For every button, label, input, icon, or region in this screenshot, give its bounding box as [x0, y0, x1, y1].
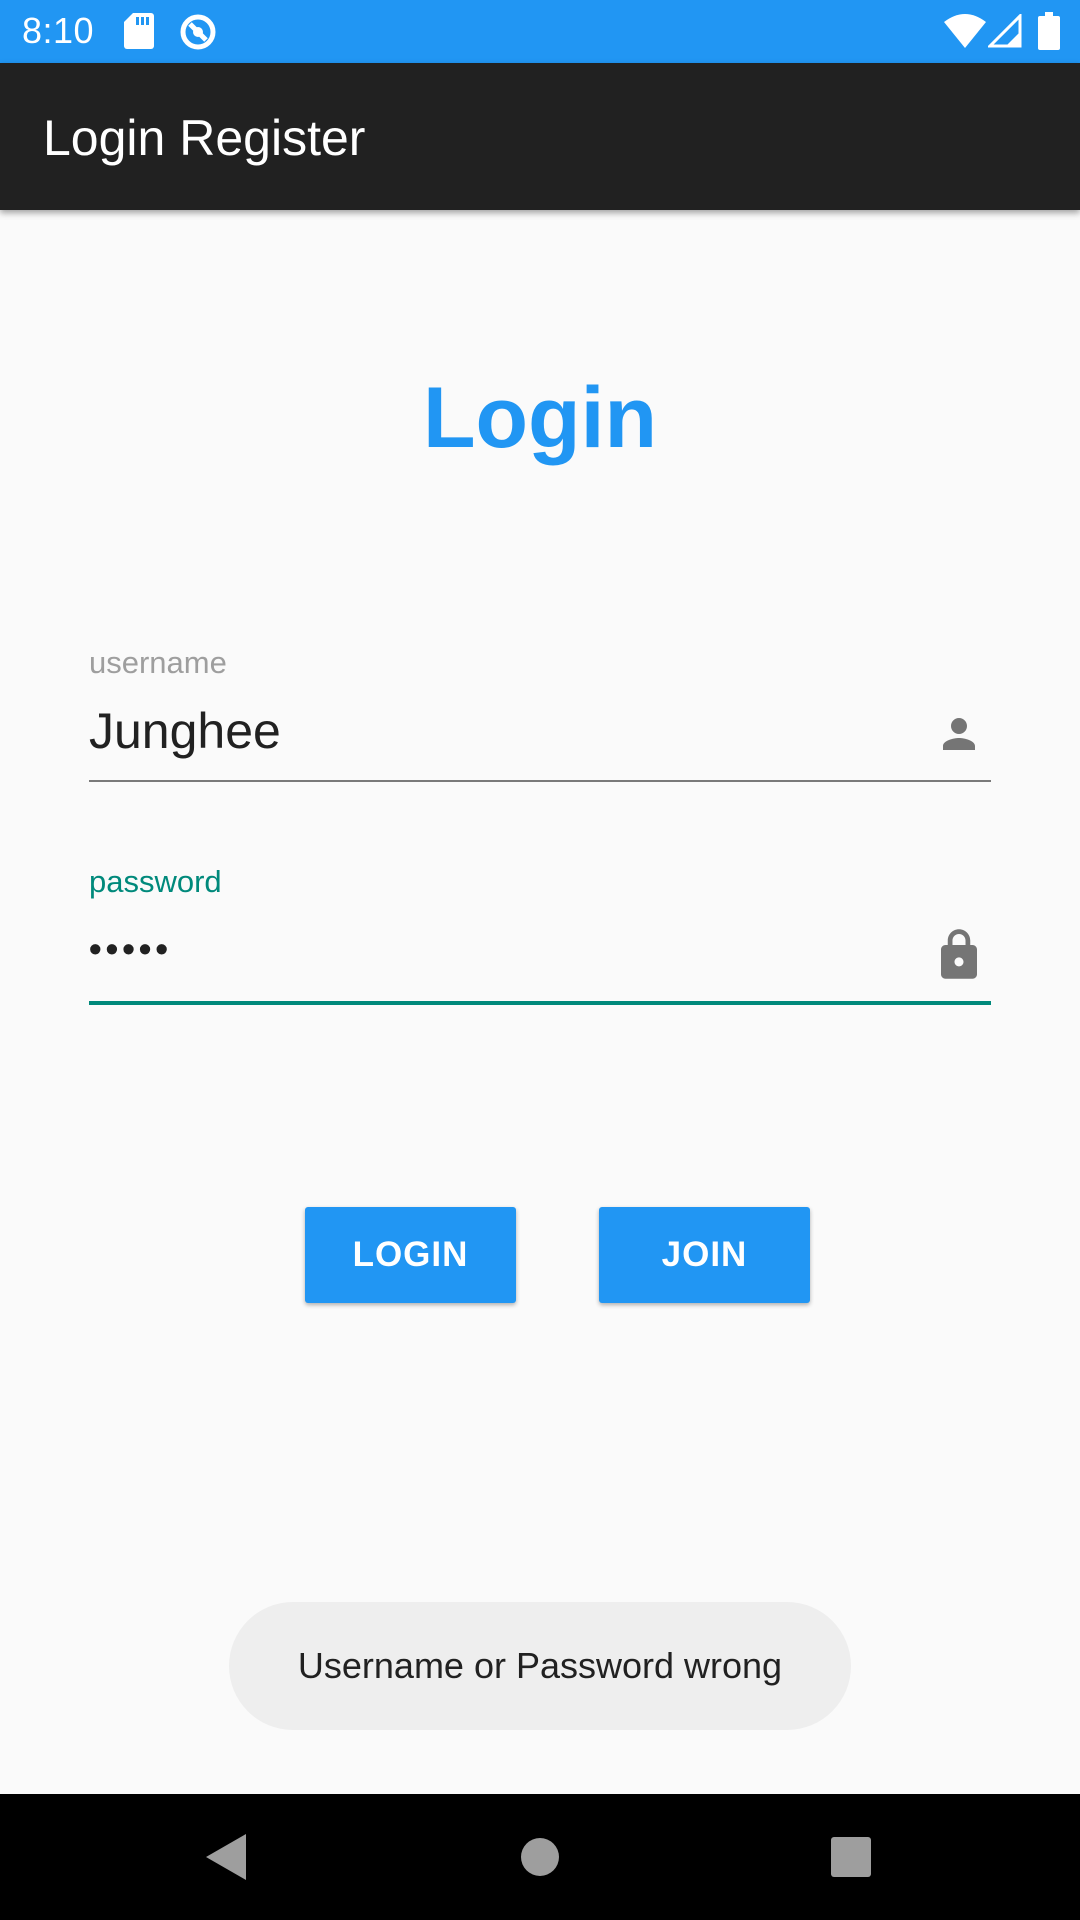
wifi-icon	[944, 14, 986, 48]
toast: Username or Password wrong	[229, 1602, 851, 1730]
login-heading: Login	[422, 370, 658, 466]
recents-icon	[831, 1837, 871, 1877]
password-underline	[89, 1001, 991, 1005]
sd-card-icon	[124, 13, 154, 49]
status-time: 8:10	[22, 10, 95, 51]
app-bar: Login Register	[0, 63, 1080, 210]
login-button[interactable]: LOGIN	[305, 1207, 516, 1303]
signal-icon	[988, 14, 1022, 48]
sync-icon	[180, 14, 216, 50]
join-button[interactable]: JOIN	[599, 1207, 810, 1303]
back-icon	[206, 1834, 246, 1880]
home-button[interactable]	[470, 1794, 610, 1920]
username-label: username	[89, 645, 227, 680]
lock-icon	[941, 929, 977, 979]
password-input[interactable]: •••••	[89, 925, 909, 973]
person-icon	[943, 718, 975, 750]
nav-bar	[0, 1794, 1080, 1920]
app-title: Login Register	[43, 110, 366, 166]
username-underline	[89, 780, 991, 782]
username-input[interactable]	[89, 702, 909, 760]
status-bar: 8:10	[0, 0, 1080, 63]
recents-button[interactable]	[781, 1794, 921, 1920]
password-label: password	[89, 864, 222, 899]
battery-icon	[1038, 12, 1060, 50]
back-button[interactable]	[156, 1794, 296, 1920]
toast-message: Username or Password wrong	[297, 1645, 783, 1686]
home-icon	[521, 1838, 559, 1876]
